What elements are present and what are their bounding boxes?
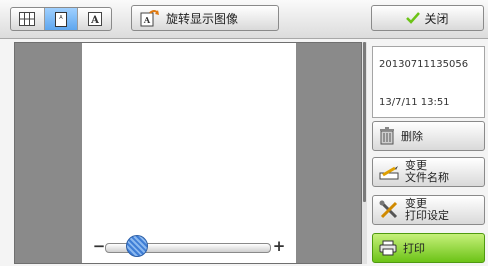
close-label: 关闭	[424, 11, 449, 26]
grid-view-button[interactable]	[11, 8, 45, 30]
rotate-image-icon: A	[140, 9, 160, 27]
trash-icon	[379, 127, 395, 145]
print-settings-label: 变更 打印设定	[405, 198, 449, 222]
svg-text:A: A	[143, 15, 151, 25]
print-button[interactable]: 打印	[372, 233, 485, 263]
toolbar: A A A 旋转显示图像 关闭	[0, 0, 488, 39]
delete-button[interactable]: 删除	[372, 121, 485, 151]
file-name: 20130711135056	[379, 59, 469, 70]
print-settings-label-line2: 打印设定	[405, 209, 449, 222]
tools-icon	[379, 200, 399, 220]
rotate-display-label: 旋转显示图像	[166, 11, 239, 26]
rename-label: 变更 文件名称	[405, 160, 449, 184]
print-label: 打印	[403, 242, 425, 255]
rename-label-line2: 文件名称	[405, 171, 449, 184]
file-info-panel: 20130711135056 13/7/11 13:51	[372, 46, 485, 118]
checkmark-icon	[406, 12, 421, 24]
preview-scrollbar[interactable]	[362, 42, 367, 264]
svg-text:A: A	[90, 15, 99, 26]
single-page-view-button[interactable]: A	[44, 8, 79, 30]
rotate-display-button[interactable]: A 旋转显示图像	[131, 5, 279, 31]
pencil-rename-icon	[379, 163, 399, 181]
preview-page	[82, 43, 296, 263]
change-print-settings-button[interactable]: 变更 打印设定	[372, 195, 485, 225]
text-view-icon: A	[87, 12, 102, 26]
close-button[interactable]: 关闭	[371, 5, 484, 31]
view-mode-group: A A	[10, 7, 112, 31]
zoom-slider-thumb[interactable]	[126, 235, 149, 257]
grid-view-icon	[19, 12, 36, 26]
text-view-button[interactable]: A	[78, 8, 111, 30]
single-page-view-icon: A	[55, 11, 67, 27]
zoom-slider[interactable]: − +	[91, 235, 287, 259]
printer-icon	[379, 240, 397, 256]
zoom-in-icon[interactable]: +	[271, 239, 287, 255]
file-date: 13/7/11 13:51	[379, 97, 450, 108]
scrollbar-thumb[interactable]	[363, 42, 366, 202]
svg-text:A: A	[59, 15, 63, 21]
rename-file-button[interactable]: 变更 文件名称	[372, 157, 485, 187]
delete-label: 删除	[401, 130, 423, 143]
document-preview: − +	[14, 42, 362, 264]
